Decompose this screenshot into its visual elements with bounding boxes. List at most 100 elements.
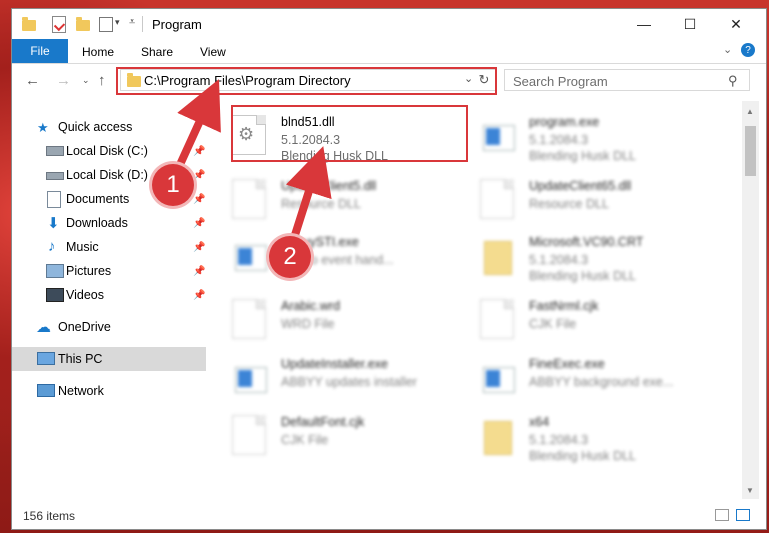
- chevron-down-icon[interactable]: ▾: [115, 17, 120, 28]
- file-name: program.exe: [529, 115, 600, 129]
- pin-icon: 📌: [193, 289, 206, 301]
- tab-share[interactable]: Share: [141, 45, 173, 59]
- minimize-button[interactable]: —: [621, 9, 667, 39]
- file-type: CJK File: [281, 433, 329, 447]
- nav-videos[interactable]: Videos 📌: [12, 283, 206, 307]
- documents-icon: [47, 191, 61, 208]
- nav-label: Network: [58, 384, 104, 398]
- file-item-updateclient5[interactable]: UpdateClient5.dll Resource DLL: [212, 171, 442, 227]
- file-name: Microsoft.VC90.CRT: [529, 235, 644, 249]
- details-view-icon[interactable]: [715, 509, 729, 521]
- cloud-icon: ☁: [36, 319, 51, 336]
- pin-icon: 📌: [193, 241, 206, 253]
- tab-view[interactable]: View: [200, 45, 226, 59]
- new-folder-icon[interactable]: [76, 17, 90, 31]
- title-separator: [142, 16, 143, 32]
- tab-home[interactable]: Home: [82, 45, 114, 59]
- item-count: 156 items: [23, 509, 76, 523]
- search-icon[interactable]: ⚲: [728, 73, 738, 89]
- file-description: Blending Husk DLL: [529, 449, 637, 463]
- scroll-down-icon[interactable]: ▼: [746, 486, 754, 495]
- nav-label: Local Disk (D:): [66, 168, 148, 182]
- file-name: DefaultFont.cjk: [281, 415, 365, 429]
- nav-onedrive[interactable]: ☁ OneDrive: [12, 315, 206, 339]
- file-item-program-exe[interactable]: program.exe 5.1.2084.3 Blending Husk DLL: [460, 107, 690, 163]
- nav-music[interactable]: ♪ Music 📌: [12, 235, 206, 259]
- view-details-icon[interactable]: [99, 17, 113, 32]
- file-item-updateclient65[interactable]: UpdateClient65.dll Resource DLL: [460, 171, 690, 227]
- exe-icon: [232, 235, 267, 275]
- computer-icon: [37, 352, 55, 365]
- forward-button[interactable]: →: [56, 72, 71, 89]
- address-highlight-box: [116, 67, 497, 95]
- file-description: ABBYY updates installer: [281, 375, 417, 389]
- title-bar: ▾ ⩡ Program — ☐ ✕: [12, 9, 766, 39]
- drive-icon: [46, 172, 64, 180]
- nav-label: OneDrive: [58, 320, 111, 334]
- star-icon: ★: [37, 120, 49, 135]
- expand-ribbon-icon[interactable]: ⌄: [723, 43, 732, 56]
- file-name: x64: [529, 415, 550, 429]
- nav-label: Quick access: [58, 120, 133, 134]
- nav-label: Pictures: [66, 264, 112, 278]
- file-highlight-box: [231, 105, 468, 162]
- nav-downloads[interactable]: ⬇ Downloads 📌: [12, 211, 206, 235]
- recent-locations-icon[interactable]: ⌄: [82, 75, 90, 86]
- step-2-badge: 2: [269, 236, 311, 278]
- help-icon[interactable]: ?: [741, 43, 755, 57]
- file-item-abbyysti[interactable]: AbbyySTI.exe STI do event hand...: [212, 227, 442, 283]
- status-bar: 156 items: [12, 499, 766, 529]
- exe-icon: [480, 357, 515, 397]
- nav-quick-access[interactable]: ★ Quick access: [12, 115, 206, 139]
- close-button[interactable]: ✕: [713, 9, 759, 39]
- file-name: FineExec.exe: [529, 357, 605, 371]
- file-item-arabic-wrd[interactable]: Arabic.wrd WRD File: [212, 291, 442, 347]
- file-name: UpdateInstaller.exe: [281, 357, 389, 371]
- network-icon: [37, 384, 55, 397]
- file-item-vc90crt[interactable]: Microsoft.VC90.CRT 5.1.2084.3 Blending H…: [460, 227, 690, 283]
- vertical-scrollbar[interactable]: ▲ ▼: [742, 101, 759, 499]
- search-input[interactable]: Search Program ⚲: [504, 69, 750, 91]
- folder-icon: [22, 17, 36, 31]
- file-type: Resource DLL: [281, 197, 361, 211]
- large-icons-view-icon[interactable]: [736, 509, 750, 521]
- file-name: UpdateClient5.dll: [281, 179, 377, 193]
- file-item-updateinstaller[interactable]: UpdateInstaller.exe ABBYY updates instal…: [212, 349, 442, 405]
- up-button[interactable]: ↑: [98, 72, 106, 89]
- file-item-fastnrml[interactable]: FastNrml.cjk CJK File: [460, 291, 690, 347]
- file-name: Arabic.wrd: [281, 299, 341, 313]
- customize-toolbar-icon[interactable]: ⩡: [129, 16, 135, 29]
- nav-label: Videos: [66, 288, 104, 302]
- nav-label: Music: [66, 240, 99, 254]
- back-button[interactable]: ←: [25, 72, 40, 89]
- search-placeholder: Search Program: [513, 74, 608, 89]
- document-icon: [480, 299, 514, 339]
- file-version: 5.1.2084.3: [529, 133, 589, 147]
- nav-label: Local Disk (C:): [66, 144, 148, 158]
- nav-this-pc[interactable]: This PC: [12, 347, 206, 371]
- file-type: Resource DLL: [529, 197, 609, 211]
- tab-file[interactable]: File: [12, 39, 68, 63]
- scrollbar-thumb[interactable]: [745, 126, 756, 176]
- file-description: ABBYY background exe...: [529, 375, 674, 389]
- folder-icon: [480, 415, 514, 455]
- scroll-up-icon[interactable]: ▲: [746, 107, 754, 116]
- videos-icon: [46, 288, 64, 302]
- nav-label: This PC: [58, 352, 103, 366]
- file-item-defaultfont[interactable]: DefaultFont.cjk CJK File: [212, 407, 442, 463]
- maximize-button[interactable]: ☐: [667, 9, 713, 39]
- dll-gear-icon: [480, 179, 514, 219]
- file-item-fineexec[interactable]: FineExec.exe ABBYY background exe...: [460, 349, 690, 405]
- navigation-pane: ★ Quick access Local Disk (C:) 📌 Local D…: [12, 101, 207, 499]
- properties-icon[interactable]: [52, 16, 66, 33]
- exe-icon: [480, 115, 515, 155]
- file-description: Blending Husk DLL: [529, 149, 637, 163]
- nav-local-disk-c[interactable]: Local Disk (C:) 📌: [12, 139, 206, 163]
- music-icon: ♪: [48, 238, 56, 255]
- nav-pictures[interactable]: Pictures 📌: [12, 259, 206, 283]
- file-name: FastNrml.cjk: [529, 299, 599, 313]
- downloads-icon: ⬇: [47, 215, 60, 232]
- nav-network[interactable]: Network: [12, 379, 206, 403]
- file-item-x64[interactable]: x64 5.1.2084.3 Blending Husk DLL: [460, 407, 690, 463]
- file-type: WRD File: [281, 317, 335, 331]
